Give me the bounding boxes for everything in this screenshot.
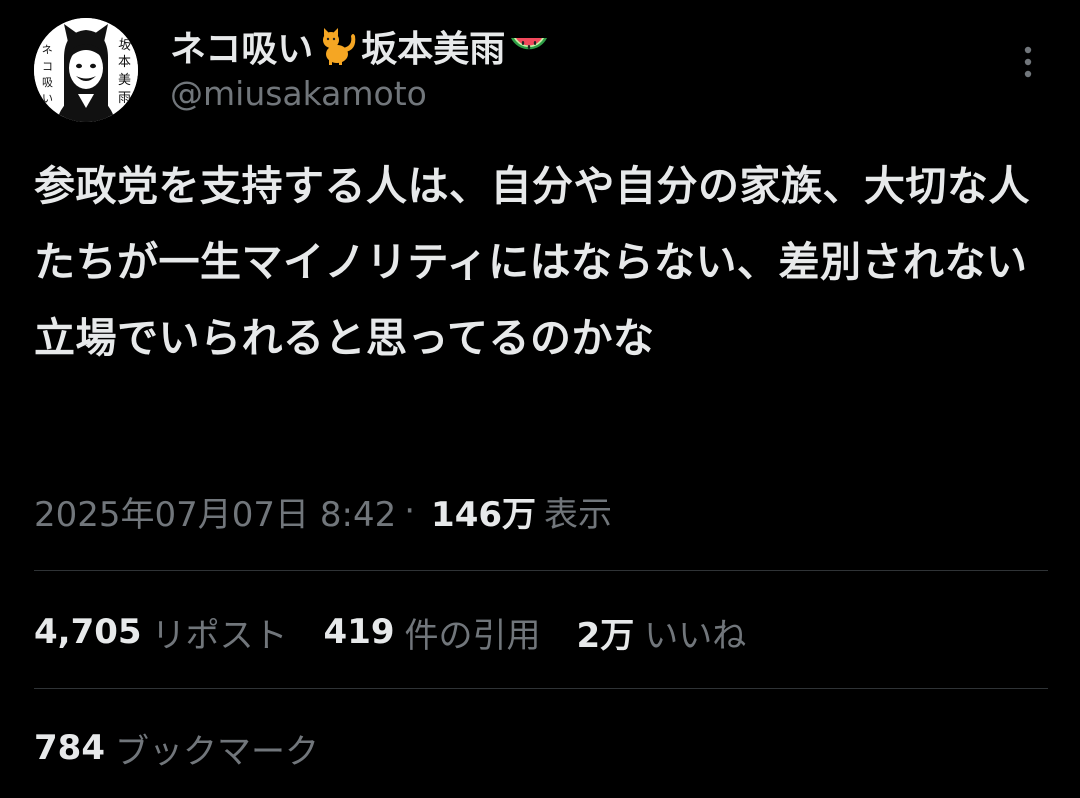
avatar-text-right: 坂 <box>117 37 132 54</box>
display-name-part2: 坂本美雨 <box>361 29 506 70</box>
svg-text:美: 美 <box>118 73 131 88</box>
divider-top <box>34 570 1048 571</box>
timestamp[interactable]: 2025年07月07日 8:42 <box>34 487 396 536</box>
quotes-count: 419 <box>323 612 395 652</box>
reposts-count: 4,705 <box>34 612 142 652</box>
likes-label: いいね <box>644 615 747 656</box>
svg-text:い: い <box>42 92 53 105</box>
divider-bottom <box>34 688 1048 689</box>
quotes-label: 件の引用 <box>404 615 541 656</box>
more-options-button[interactable] <box>1008 40 1048 84</box>
meta-separator: · <box>404 491 416 531</box>
watermelon-emoji-icon <box>507 26 551 66</box>
likes-count: 2万 <box>576 615 635 656</box>
cat-emoji-icon <box>315 26 359 66</box>
engagement-stats: 4,705 リポスト 419 件の引用 2万 いいね <box>34 604 782 660</box>
views-count: 146万 <box>431 494 537 535</box>
more-vertical-icon <box>1024 46 1032 78</box>
display-name[interactable]: ネコ吸い 坂本美雨 <box>170 22 553 70</box>
author-handle[interactable]: @miusakamoto <box>170 74 427 113</box>
svg-text:雨: 雨 <box>118 91 131 106</box>
svg-text:吸: 吸 <box>42 76 53 89</box>
avatar-text-left: ネ <box>41 43 53 57</box>
tweet-text: 参政党を支持する人は、自分や自分の家族、大切な人たちが一生マイノリティにはならな… <box>34 162 1030 362</box>
avatar-illustration: 坂 本 美 雨 ネ コ 吸 い <box>34 18 138 122</box>
bookmarks-stat[interactable]: 784 ブックマーク <box>34 720 319 776</box>
reposts-stat[interactable]: 4,705 リポスト <box>34 608 288 657</box>
avatar[interactable]: 坂 本 美 雨 ネ コ 吸 い <box>34 18 138 122</box>
tweet-meta: 2025年07月07日 8:42 · 146万 表示 <box>34 486 612 536</box>
likes-stat[interactable]: 2万 いいね <box>577 608 747 657</box>
bookmarks-count: 784 <box>34 728 105 768</box>
bookmarks-label: ブックマーク <box>114 731 319 772</box>
quotes-stat[interactable]: 419 件の引用 <box>324 608 541 657</box>
views-label: 表示 <box>544 494 613 535</box>
display-name-part1: ネコ吸い <box>170 29 314 70</box>
svg-text:コ: コ <box>42 60 53 73</box>
svg-text:本: 本 <box>118 55 131 70</box>
reposts-label: リポスト <box>151 615 288 656</box>
